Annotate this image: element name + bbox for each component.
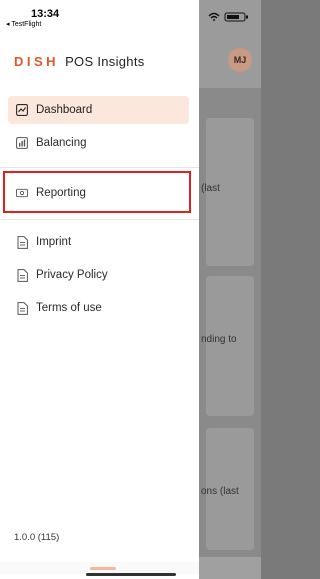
document-icon: [16, 268, 28, 282]
nav-divider: [0, 219, 199, 220]
bar-chart-icon: [16, 137, 28, 149]
document-icon: [16, 301, 28, 315]
background-card: [206, 276, 254, 416]
nav-label: Dashboard: [36, 104, 93, 116]
nav-item-privacy-policy[interactable]: Privacy Policy: [8, 261, 189, 289]
status-time: 13:34: [31, 8, 60, 20]
nav-label: Terms of use: [36, 302, 102, 314]
nav-label: Privacy Policy: [36, 269, 108, 281]
brand-title: POS Insights: [65, 54, 145, 69]
navigation-drawer: 13:34 ◂ TestFlight DISH POS Insights Das…: [0, 0, 199, 579]
back-to-app-link[interactable]: ◂ TestFlight: [6, 20, 41, 28]
status-icons: [207, 12, 251, 25]
brand-dish: DISH: [14, 54, 60, 69]
app-version: 1.0.0 (115): [14, 532, 60, 543]
nav-label: Imprint: [36, 236, 72, 248]
avatar[interactable]: MJ: [228, 48, 252, 72]
background-card-text: ons (last: [201, 486, 239, 497]
nav-item-balancing[interactable]: Balancing: [8, 129, 189, 157]
nav-divider: [0, 167, 199, 168]
background-card-text: (last: [201, 183, 220, 194]
chart-icon: [16, 104, 28, 116]
nav-label: Balancing: [36, 137, 87, 149]
bottom-accent: [90, 567, 116, 570]
background-bottom-bar: [199, 557, 261, 579]
document-icon: [16, 235, 28, 249]
nav-item-imprint[interactable]: Imprint: [8, 228, 189, 256]
home-indicator[interactable]: [86, 573, 176, 576]
highlight-annotation: [3, 171, 191, 213]
nav-item-terms-of-use[interactable]: Terms of use: [8, 294, 189, 322]
background-card-text: nding to: [201, 334, 237, 345]
nav-item-dashboard[interactable]: Dashboard: [8, 96, 189, 124]
status-bar: 13:34 ◂ TestFlight: [0, 0, 199, 32]
app-logo: DISH POS Insights: [14, 54, 145, 69]
wifi-battery-icon: [208, 12, 248, 22]
